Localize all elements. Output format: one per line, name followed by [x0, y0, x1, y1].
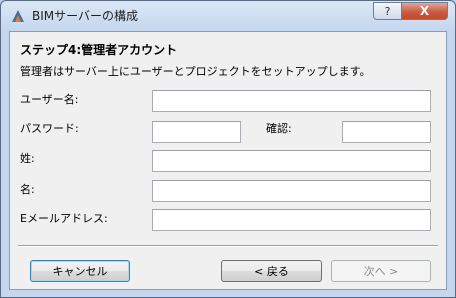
firstname-label: 名:: [20, 183, 35, 196]
dialog-body: ステップ4:管理者アカウント 管理者はサーバー上にユーザーとプロジェクトをセット…: [9, 31, 447, 290]
next-button[interactable]: 次へ >: [331, 260, 431, 282]
help-button[interactable]: ?: [373, 2, 402, 20]
email-input[interactable]: [152, 209, 431, 231]
username-label: ユーザー名:: [20, 93, 79, 106]
email-label: Eメールアドレス:: [20, 212, 108, 225]
lastname-input[interactable]: [152, 150, 431, 172]
back-button[interactable]: < 戻る: [221, 260, 322, 282]
divider: [18, 245, 438, 247]
lastname-label: 姓:: [20, 152, 35, 165]
help-icon: ?: [384, 4, 391, 18]
firstname-input[interactable]: [152, 180, 431, 202]
confirm-label: 確認:: [266, 122, 292, 135]
window-title: BIMサーバーの構成: [32, 9, 139, 23]
step-title: ステップ4:管理者アカウント: [20, 43, 178, 57]
step-description: 管理者はサーバー上にユーザーとプロジェクトをセットアップします。: [20, 65, 371, 78]
dialog-window: BIMサーバーの構成 ? X ステップ4:管理者アカウント 管理者はサーバー上に…: [0, 0, 456, 298]
close-icon: X: [419, 4, 430, 18]
title-bar[interactable]: BIMサーバーの構成 ? X: [1, 1, 455, 31]
password-label: パスワード:: [20, 122, 79, 135]
cancel-button[interactable]: キャンセル: [30, 260, 130, 282]
username-input[interactable]: [152, 90, 431, 112]
confirm-password-input[interactable]: [342, 121, 431, 143]
app-icon: [12, 10, 24, 22]
close-button[interactable]: X: [401, 2, 448, 20]
password-input[interactable]: [152, 121, 241, 143]
